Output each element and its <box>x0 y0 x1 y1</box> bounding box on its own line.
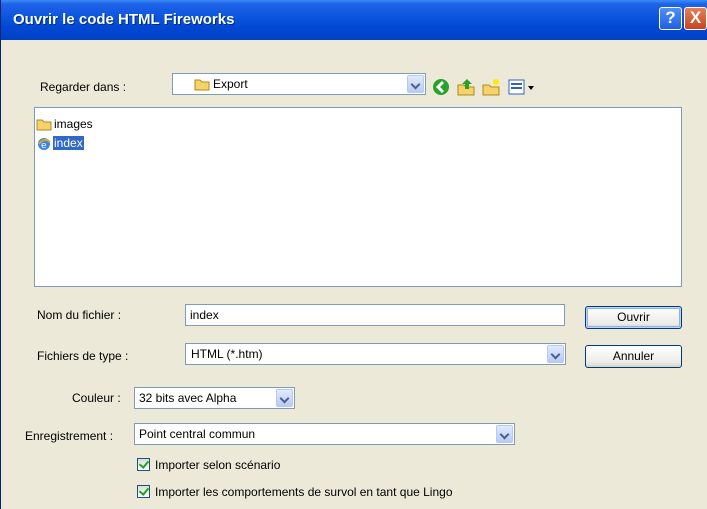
dialog-title: Ouvrir le code HTML Fireworks <box>13 11 235 28</box>
filename-field[interactable]: index <box>185 304 565 326</box>
help-button[interactable]: ? <box>659 7 682 30</box>
cancel-button[interactable]: Annuler <box>585 345 682 368</box>
record-value: Point central commun <box>139 427 256 441</box>
filename-label: Nom du fichier : <box>37 308 122 322</box>
look-in-label: Regarder dans : <box>40 80 127 94</box>
file-name: images <box>54 117 93 131</box>
color-label: Couleur : <box>72 391 121 405</box>
color-value: 32 bits avec Alpha <box>139 391 237 405</box>
filename-value: index <box>190 308 219 322</box>
chevron-down-icon[interactable] <box>547 345 564 363</box>
html-file-icon: e <box>38 138 51 151</box>
open-button[interactable]: Ouvrir <box>585 306 682 329</box>
svg-text:e: e <box>41 141 47 151</box>
import-lingo-label: Importer les comportements de survol en … <box>155 485 453 499</box>
record-select[interactable]: Point central commun <box>134 423 515 445</box>
filetype-select[interactable]: HTML (*.htm) <box>185 343 566 365</box>
chevron-down-icon[interactable] <box>407 75 424 93</box>
title-bar[interactable]: Ouvrir le code HTML Fireworks ? X <box>1 0 707 40</box>
chevron-down-icon[interactable] <box>276 389 293 407</box>
close-button[interactable]: X <box>684 7 707 30</box>
look-in-select[interactable]: Export <box>172 73 426 95</box>
open-dialog: Ouvrir le code HTML Fireworks ? X Regard… <box>0 0 707 509</box>
filetype-value: HTML (*.htm) <box>191 347 263 361</box>
file-list[interactable]: images e index <box>34 107 682 287</box>
up-folder-icon[interactable] <box>456 77 476 97</box>
import-scenario-checkbox[interactable] <box>137 458 150 471</box>
folder-icon <box>194 79 210 91</box>
look-in-value: Export <box>213 77 248 91</box>
record-label: Enregistrement : <box>25 429 114 443</box>
color-select[interactable]: 32 bits avec Alpha <box>134 387 295 409</box>
file-name: index <box>53 136 84 150</box>
back-icon[interactable] <box>431 77 451 97</box>
filetype-label: Fichiers de type : <box>37 349 129 363</box>
new-folder-icon[interactable] <box>481 77 501 97</box>
chevron-down-icon[interactable] <box>496 425 513 443</box>
view-menu-icon[interactable] <box>507 77 537 97</box>
import-lingo-checkbox[interactable] <box>137 485 150 498</box>
folder-icon <box>36 119 52 131</box>
import-scenario-label: Importer selon scénario <box>155 458 281 472</box>
